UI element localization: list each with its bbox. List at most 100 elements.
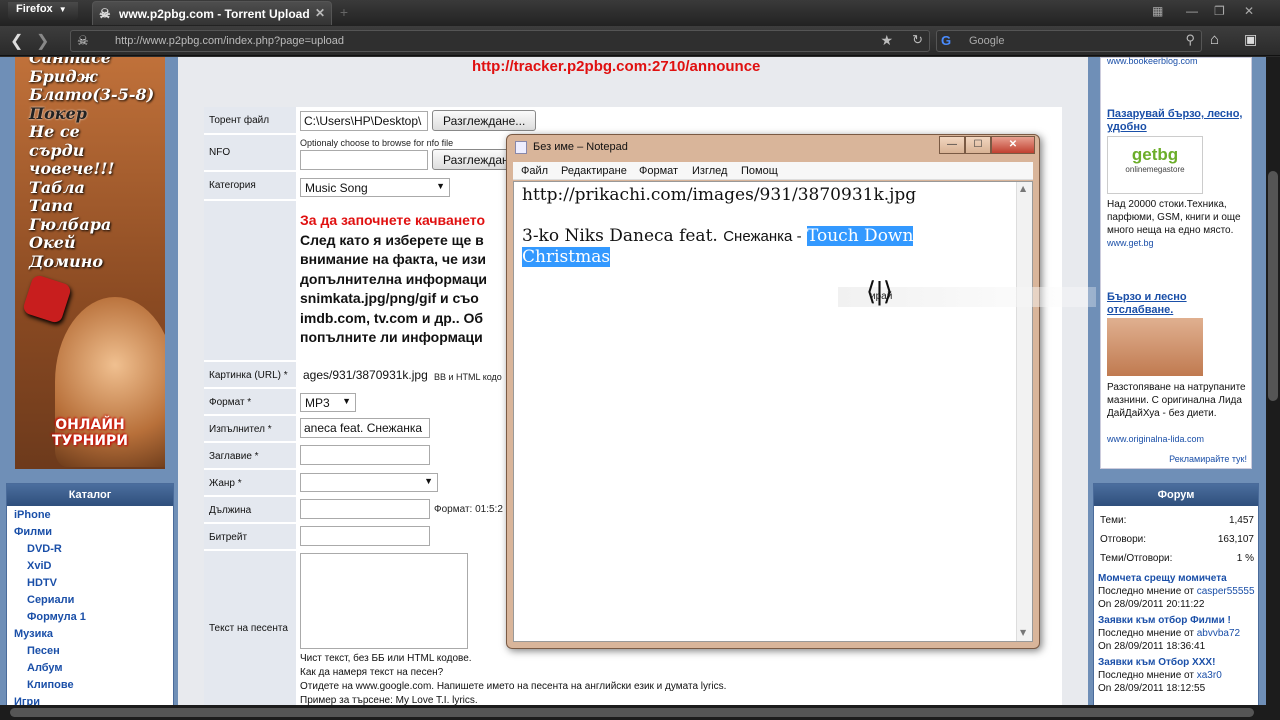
image-url-input[interactable]: ages/931/3870931k.jpg (300, 366, 430, 386)
lyrics-hint: Отидете на www.google.com. Напишете имет… (300, 681, 727, 692)
dropdown-arrow-icon: ▼ (436, 181, 445, 191)
search-icon[interactable]: ⚲ (1185, 32, 1195, 48)
ad-url[interactable]: www.originalna-lida.com (1107, 434, 1204, 444)
back-icon[interactable]: ❮ (10, 31, 23, 51)
search-bar[interactable]: G Google ⚲ (936, 30, 1202, 52)
duration-label: Дължина (204, 497, 296, 523)
forum-stat-label: Теми/Отговори: (1100, 553, 1173, 564)
song-title-input[interactable] (300, 445, 430, 465)
menu-file[interactable]: Файл (521, 165, 548, 177)
format-select[interactable]: MP3 ▼ (300, 393, 356, 412)
url-bar[interactable]: ☠ http://www.p2pbg.com/index.php?page=up… (70, 30, 930, 52)
forward-icon[interactable]: ❯ (36, 31, 49, 51)
advertise-here-link[interactable]: Рекламирайте тук! (1169, 454, 1247, 464)
minimize-icon[interactable]: — (939, 136, 965, 154)
ad-title-link[interactable]: Бързо и лесно отслабване. (1107, 291, 1249, 317)
catalog-item[interactable]: Филми (7, 526, 173, 543)
format-label: Формат * (204, 389, 296, 415)
forum-thread-link[interactable]: Момчета срещу момичета (1098, 573, 1227, 584)
catalog-item[interactable]: XviD (7, 560, 173, 577)
browse-torrent-button[interactable]: Разглеждане... (432, 110, 536, 131)
forum-stat-value: 163,107 (1217, 534, 1254, 545)
forum-post-date: On 28/09/2011 18:12:55 (1098, 683, 1206, 694)
catalog-title: Каталог (7, 484, 173, 506)
forum-user-link[interactable]: xa3r0 (1197, 670, 1222, 681)
catalog-item[interactable]: Музика (7, 628, 173, 645)
tab-groups-icon[interactable]: ▦ (1152, 4, 1163, 18)
torrent-file-input[interactable]: C:\Users\HP\Desktop\ (300, 111, 428, 131)
forum-post-date: On 28/09/2011 20:11:22 (1098, 599, 1205, 610)
close-tab-icon[interactable]: ✕ (315, 6, 325, 20)
menu-format[interactable]: Формат (639, 165, 678, 177)
close-icon[interactable]: ✕ (991, 136, 1035, 154)
text-line: 3-ko Niks Daneca feat. Снежанка - Touch … (522, 226, 1024, 247)
browser-tab[interactable]: ☠ www.p2pbg.com - Torrent Upload ✕ (92, 1, 332, 25)
scrollbar-thumb[interactable] (10, 708, 1254, 717)
ad-url[interactable]: www.bookeerblog.com (1107, 57, 1198, 66)
firefox-menu-button[interactable]: Firefox ▼ (8, 2, 78, 20)
page-vertical-scrollbar[interactable] (1266, 57, 1280, 705)
forum-title: Форум (1094, 484, 1258, 506)
home-icon[interactable]: ⌂ (1210, 31, 1219, 48)
new-tab-button[interactable]: + (334, 4, 354, 22)
artist-input[interactable]: aneca feat. Снежанка (300, 418, 430, 438)
selected-text: Christmas (522, 247, 611, 267)
lyrics-textarea[interactable] (300, 553, 468, 649)
genre-select[interactable]: ▼ (300, 473, 438, 492)
menu-help[interactable]: Помощ (741, 165, 778, 177)
forum-thread-link[interactable]: Заявки към Отбор XXX! (1098, 657, 1215, 668)
duration-input[interactable] (300, 499, 430, 519)
scroll-up-icon[interactable]: ▲ (1020, 184, 1026, 193)
menu-edit[interactable]: Редактиране (561, 165, 627, 177)
forum-stat-label: Теми: (1100, 515, 1127, 526)
banner-word: Покер (29, 103, 87, 123)
catalog-item[interactable]: Формула 1 (7, 611, 173, 628)
maximize-icon[interactable]: ☐ (965, 136, 991, 154)
catalog-item[interactable]: Сериали (7, 594, 173, 611)
forum-thread-link[interactable]: Заявки към отбор Филми ! (1098, 615, 1231, 626)
bitrate-input[interactable] (300, 526, 430, 546)
scroll-down-icon[interactable]: ▼ (1020, 628, 1026, 637)
catalog-item[interactable]: HDTV (7, 577, 173, 594)
forum-stat-label: Отговори: (1100, 534, 1147, 545)
banner-word: Сантасе (29, 57, 111, 67)
google-icon[interactable]: G (941, 33, 951, 48)
getbg-logo[interactable]: getbg onlinemegastore (1107, 136, 1203, 194)
minimize-icon[interactable]: — (1186, 4, 1198, 18)
catalog-item[interactable]: iPhone (7, 509, 173, 526)
nfo-input[interactable] (300, 150, 428, 170)
games-banner-ad[interactable]: Сантасе Бридж Блато(3-5-8) Покер Не се с… (15, 57, 165, 469)
ad-title-link[interactable]: Пазарувай бързо, лесно, удобно (1107, 108, 1249, 134)
tab-title: www.p2pbg.com - Torrent Upload (119, 7, 310, 21)
image-url-label: Картинка (URL) * (204, 362, 296, 388)
announce-url: http://tracker.p2pbg.com:2710/announce (472, 58, 761, 75)
format-value: MP3 (305, 396, 330, 410)
catalog-item[interactable]: Игри (7, 696, 173, 705)
slimming-ad-image[interactable] (1107, 318, 1203, 376)
bookmark-star-icon[interactable]: ★ (880, 32, 893, 49)
menu-view[interactable]: Изглед (692, 165, 727, 177)
ad-description: Разстопяване на натрупаните мазнини. С о… (1107, 382, 1246, 419)
forum-user-link[interactable]: casper55555 (1197, 586, 1255, 597)
catalog-item[interactable]: Песен (7, 645, 173, 662)
forum-box: Форум Теми: 1,457 Отговори: 163,107 Теми/О… (1093, 483, 1259, 705)
right-ad-panel: www.bookeerblog.com Пазарувай бързо, лес… (1100, 57, 1252, 469)
site-identity-icon[interactable]: ☠ (77, 33, 89, 49)
category-value: Music Song (305, 181, 368, 195)
notepad-window[interactable]: Без име – Notepad — ☐ ✕ Файл Редактиране… (506, 134, 1040, 649)
notepad-text-area[interactable]: http://prikachi.com/images/931/3870931k.… (513, 181, 1033, 642)
notepad-scrollbar[interactable]: ▲ ▼ (1016, 182, 1032, 641)
reload-icon[interactable]: ↻ (912, 32, 923, 48)
close-window-icon[interactable]: ✕ (1244, 4, 1254, 18)
lyrics-hint: Пример за търсене: My Love T.I. lyrics. (300, 695, 478, 705)
catalog-item[interactable]: DVD-R (7, 543, 173, 560)
scrollbar-thumb[interactable] (1268, 171, 1278, 401)
bookmarks-menu-icon[interactable]: ▣ (1244, 31, 1257, 48)
ad-url[interactable]: www.get.bg (1107, 238, 1154, 248)
page-horizontal-scrollbar[interactable] (0, 705, 1280, 720)
forum-user-link[interactable]: abvvba72 (1197, 628, 1240, 639)
maximize-icon[interactable]: ❐ (1214, 4, 1225, 18)
category-select[interactable]: Music Song ▼ (300, 178, 450, 197)
catalog-item[interactable]: Албум (7, 662, 173, 679)
catalog-item[interactable]: Клипове (7, 679, 173, 696)
